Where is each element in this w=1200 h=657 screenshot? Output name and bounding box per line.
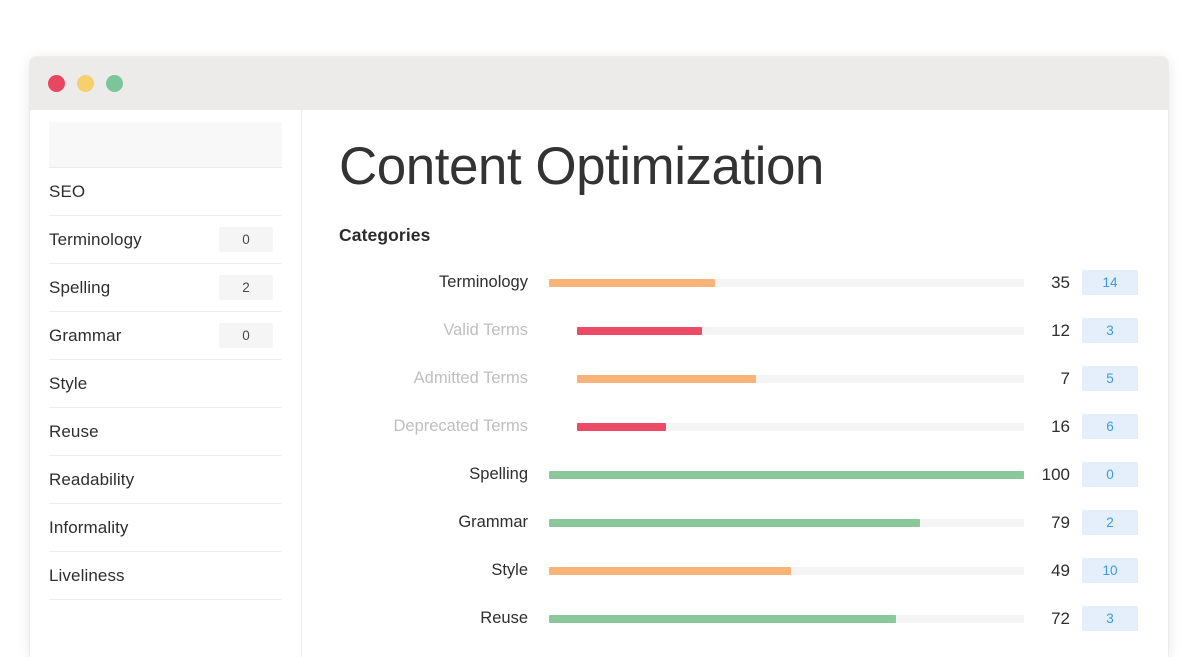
sidebar-item-seo[interactable]: SEO bbox=[49, 168, 282, 216]
chart-bar-fill bbox=[549, 518, 920, 527]
chart-row-value: 12 bbox=[1051, 320, 1070, 340]
chart-row-badge: 3 bbox=[1082, 318, 1138, 344]
chart-row-badge: 2 bbox=[1082, 510, 1138, 536]
chart-row-label: Deprecated Terms bbox=[393, 417, 528, 436]
minimize-button[interactable] bbox=[77, 75, 94, 92]
sidebar-item-label: Liveliness bbox=[49, 565, 125, 585]
chart-row-value: 72 bbox=[1051, 608, 1070, 628]
chart-bar-wrapper bbox=[549, 422, 1024, 431]
chart-bar-fill bbox=[577, 422, 667, 431]
chart-row-value: 49 bbox=[1051, 560, 1070, 580]
sidebar-item-informality[interactable]: Informality bbox=[49, 504, 282, 552]
chart-bar-wrapper bbox=[549, 518, 1024, 527]
chart-row-value: 79 bbox=[1051, 512, 1070, 532]
chart-row[interactable]: Spelling 100 0 bbox=[339, 451, 1138, 499]
window-body: SEO Terminology 0 Spelling 2 Grammar 0 Style Reu… bbox=[30, 110, 1168, 657]
sidebar-item-label: SEO bbox=[49, 181, 86, 201]
chart-row-label: Valid Terms bbox=[443, 321, 528, 340]
chart-row[interactable]: Admitted Terms 7 5 bbox=[339, 355, 1138, 403]
sidebar-item-count: 2 bbox=[219, 275, 273, 300]
sidebar-item-grammar[interactable]: Grammar 0 bbox=[49, 312, 282, 360]
window-titlebar bbox=[30, 57, 1168, 110]
chart-bar-fill bbox=[549, 566, 792, 575]
chart-row-badge: 3 bbox=[1082, 606, 1138, 632]
categories-chart: Terminology 35 14 Valid Terms 12 3 Admitted Te… bbox=[339, 259, 1138, 643]
sidebar-item-label: Readability bbox=[49, 469, 135, 489]
sidebar-item-spelling[interactable]: Spelling 2 bbox=[49, 264, 282, 312]
chart-row[interactable]: Terminology 35 14 bbox=[339, 259, 1138, 307]
chart-row-label: Grammar bbox=[458, 513, 528, 532]
sidebar: SEO Terminology 0 Spelling 2 Grammar 0 Style Reu… bbox=[30, 110, 302, 657]
chart-bar-wrapper bbox=[549, 470, 1024, 479]
chart-row-value: 7 bbox=[1060, 368, 1070, 388]
sidebar-list: SEO Terminology 0 Spelling 2 Grammar 0 Style Reu… bbox=[49, 168, 301, 600]
chart-bar-fill bbox=[577, 374, 756, 383]
chart-row-badge: 0 bbox=[1082, 462, 1138, 488]
chart-row-badge: 14 bbox=[1082, 270, 1138, 296]
page-title: Content Optimization bbox=[339, 137, 824, 196]
chart-bar-fill bbox=[549, 614, 896, 623]
chart-bar-track bbox=[577, 422, 1024, 431]
sidebar-item-label: Spelling bbox=[49, 277, 111, 297]
chart-bar-track bbox=[549, 566, 1024, 575]
chart-row-label: Reuse bbox=[480, 609, 528, 628]
chart-bar-wrapper bbox=[549, 278, 1024, 287]
sidebar-item-label: Grammar bbox=[49, 325, 122, 345]
app-window: SEO Terminology 0 Spelling 2 Grammar 0 Style Reu… bbox=[30, 57, 1168, 657]
sidebar-item-reuse[interactable]: Reuse bbox=[49, 408, 282, 456]
chart-row-label: Terminology bbox=[439, 273, 528, 292]
chart-bar-fill bbox=[549, 278, 716, 287]
chart-row-value: 100 bbox=[1041, 464, 1070, 484]
chart-row[interactable]: Deprecated Terms 16 6 bbox=[339, 403, 1138, 451]
chart-row[interactable]: Valid Terms 12 3 bbox=[339, 307, 1138, 355]
chart-bar-wrapper bbox=[549, 614, 1024, 623]
maximize-button[interactable] bbox=[106, 75, 123, 92]
sidebar-item-label: Style bbox=[49, 373, 88, 393]
chart-row-badge: 6 bbox=[1082, 414, 1138, 440]
chart-bar-fill bbox=[577, 326, 703, 335]
chart-bar-fill bbox=[549, 470, 1024, 479]
sidebar-item-count: 0 bbox=[219, 323, 273, 348]
chart-bar-wrapper bbox=[549, 566, 1024, 575]
section-heading: Categories bbox=[339, 224, 431, 245]
chart-row[interactable]: Reuse 72 3 bbox=[339, 595, 1138, 643]
chart-row-label: Admitted Terms bbox=[413, 369, 528, 388]
chart-row-badge: 10 bbox=[1082, 558, 1138, 584]
chart-bar-track bbox=[549, 614, 1024, 623]
chart-bar-track bbox=[549, 470, 1024, 479]
main-content: Content Optimization Categories Terminol… bbox=[302, 110, 1168, 657]
chart-row-value: 35 bbox=[1051, 272, 1070, 292]
sidebar-item-style[interactable]: Style bbox=[49, 360, 282, 408]
sidebar-item-readability[interactable]: Readability bbox=[49, 456, 282, 504]
sidebar-search-input[interactable] bbox=[49, 122, 282, 168]
sidebar-item-label: Reuse bbox=[49, 421, 99, 441]
chart-bar-wrapper bbox=[549, 374, 1024, 383]
chart-bar-track bbox=[577, 374, 1024, 383]
chart-row[interactable]: Grammar 79 2 bbox=[339, 499, 1138, 547]
chart-row[interactable]: Style 49 10 bbox=[339, 547, 1138, 595]
sidebar-item-liveliness[interactable]: Liveliness bbox=[49, 552, 282, 600]
close-button[interactable] bbox=[48, 75, 65, 92]
sidebar-item-count: 0 bbox=[219, 227, 273, 252]
sidebar-item-terminology[interactable]: Terminology 0 bbox=[49, 216, 282, 264]
chart-row-badge: 5 bbox=[1082, 366, 1138, 392]
sidebar-item-label: Terminology bbox=[49, 229, 142, 249]
chart-bar-wrapper bbox=[549, 326, 1024, 335]
chart-row-label: Style bbox=[491, 561, 528, 580]
chart-row-value: 16 bbox=[1051, 416, 1070, 436]
chart-bar-track bbox=[549, 278, 1024, 287]
chart-bar-track bbox=[577, 326, 1024, 335]
chart-row-label: Spelling bbox=[469, 465, 528, 484]
chart-bar-track bbox=[549, 518, 1024, 527]
sidebar-item-label: Informality bbox=[49, 517, 129, 537]
